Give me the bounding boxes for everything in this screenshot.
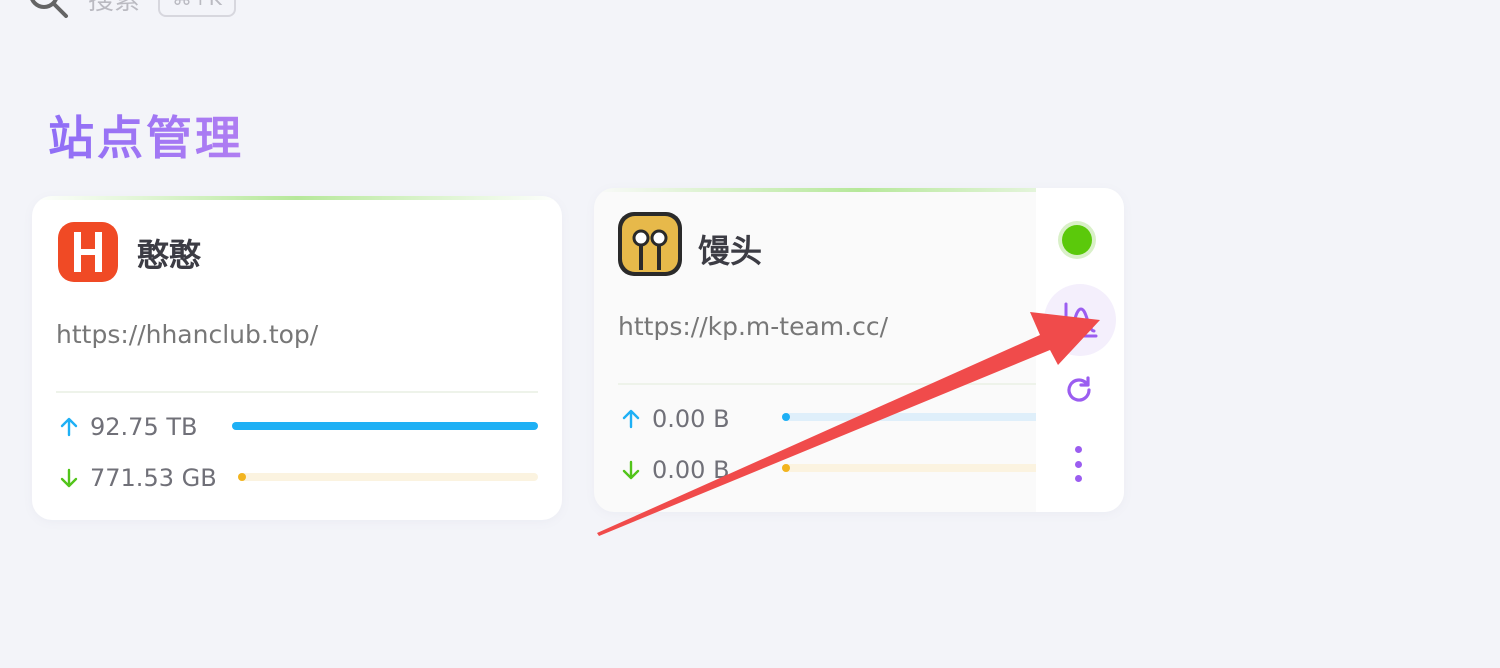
search-bar[interactable]: 搜索 ⌘+K [26, 0, 236, 18]
upload-value: 92.75 TB [90, 413, 198, 441]
more-icon[interactable] [1066, 446, 1090, 482]
card-action-panel [1036, 188, 1124, 512]
site-logo [58, 222, 118, 282]
upload-value: 0.00 B [652, 405, 730, 433]
download-progress-fill [782, 464, 790, 472]
download-value: 0.00 B [652, 456, 730, 484]
site-card-hhanclub[interactable]: 憨憨 https://hhanclub.top/ 92.75 TB 771.53… [32, 196, 562, 520]
site-name: 憨憨 [137, 236, 202, 274]
card-divider [56, 391, 538, 393]
upload-row: 0.00 B [618, 404, 730, 434]
search-shortcut-badge: ⌘+K [158, 0, 236, 17]
download-arrow-icon [56, 465, 82, 491]
upload-arrow-icon [618, 406, 644, 432]
card-divider [618, 383, 1038, 385]
upload-row: 92.75 TB [56, 412, 197, 442]
download-progress-bar [238, 473, 538, 481]
upload-arrow-icon [56, 414, 82, 440]
site-url[interactable]: https://kp.m-team.cc/ [618, 312, 888, 341]
upload-progress-bar [782, 413, 1042, 421]
site-name: 馒头 [698, 232, 763, 270]
search-label: 搜索 [88, 0, 141, 16]
download-arrow-icon [618, 457, 644, 483]
download-progress-bar [782, 464, 1042, 472]
download-value: 771.53 GB [90, 464, 217, 492]
site-logo [618, 212, 682, 276]
chart-icon [1064, 302, 1098, 338]
site-card-mteam[interactable]: 馒头 https://kp.m-team.cc/ 0.00 B 0.00 B [594, 188, 1124, 512]
search-icon [30, 0, 68, 18]
upload-progress-bar [232, 422, 538, 430]
chart-button[interactable] [1044, 284, 1116, 356]
download-row: 771.53 GB [56, 463, 217, 493]
upload-progress-fill [782, 413, 790, 421]
upload-progress-fill [232, 422, 538, 430]
site-url[interactable]: https://hhanclub.top/ [56, 320, 318, 349]
page-title: 站点管理 [48, 102, 244, 168]
download-progress-fill [238, 473, 246, 481]
status-indicator [1062, 225, 1092, 255]
refresh-button[interactable] [1062, 373, 1096, 407]
download-row: 0.00 B [618, 455, 730, 485]
refresh-icon [1067, 376, 1091, 402]
